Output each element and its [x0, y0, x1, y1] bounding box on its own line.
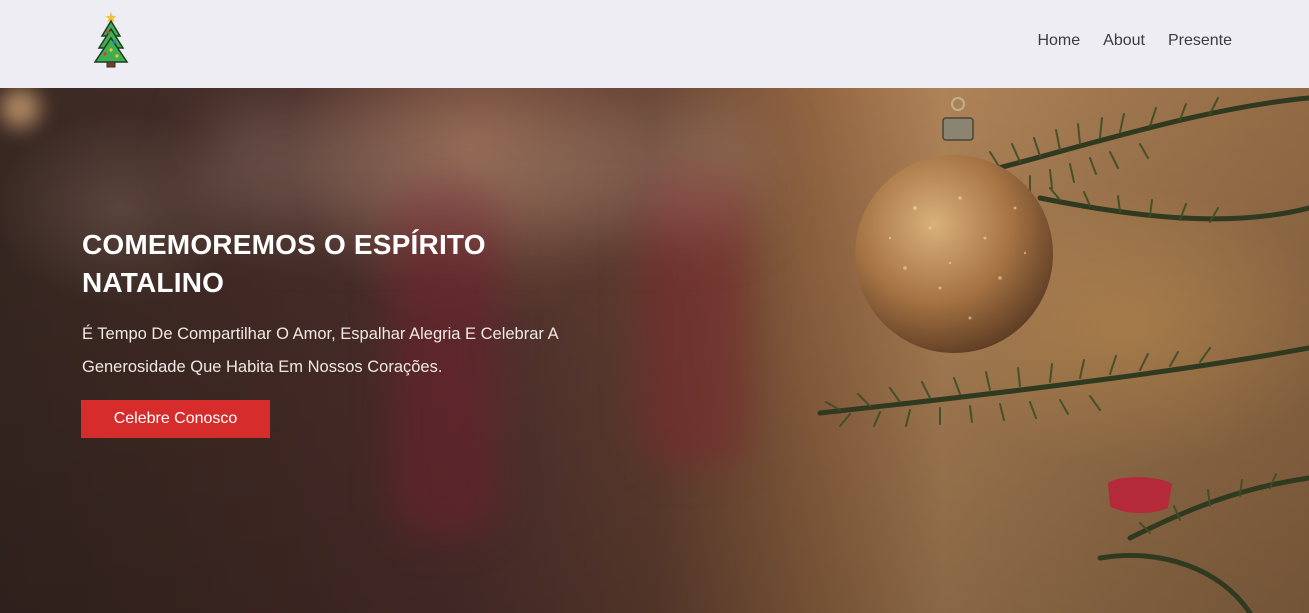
hero-section: COMEMOREMOS O ESPÍRITO NATALINO É Tempo … — [0, 88, 1309, 613]
main-nav: Home About Presente — [1037, 31, 1232, 51]
nav-home-link[interactable]: Home — [1037, 31, 1080, 51]
celebre-conosco-button[interactable]: Celebre Conosco — [81, 400, 270, 438]
nav-presente-link[interactable]: Presente — [1168, 31, 1232, 51]
hero-content: COMEMOREMOS O ESPÍRITO NATALINO É Tempo … — [82, 226, 602, 384]
hero-subtitle: É Tempo De Compartilhar O Amor, Espalhar… — [82, 325, 558, 376]
nav-about-link[interactable]: About — [1103, 31, 1145, 51]
site-header: Home About Presente — [0, 0, 1309, 88]
christmas-tree-icon[interactable] — [92, 10, 130, 68]
hero-title: COMEMOREMOS O ESPÍRITO NATALINO — [82, 229, 486, 298]
